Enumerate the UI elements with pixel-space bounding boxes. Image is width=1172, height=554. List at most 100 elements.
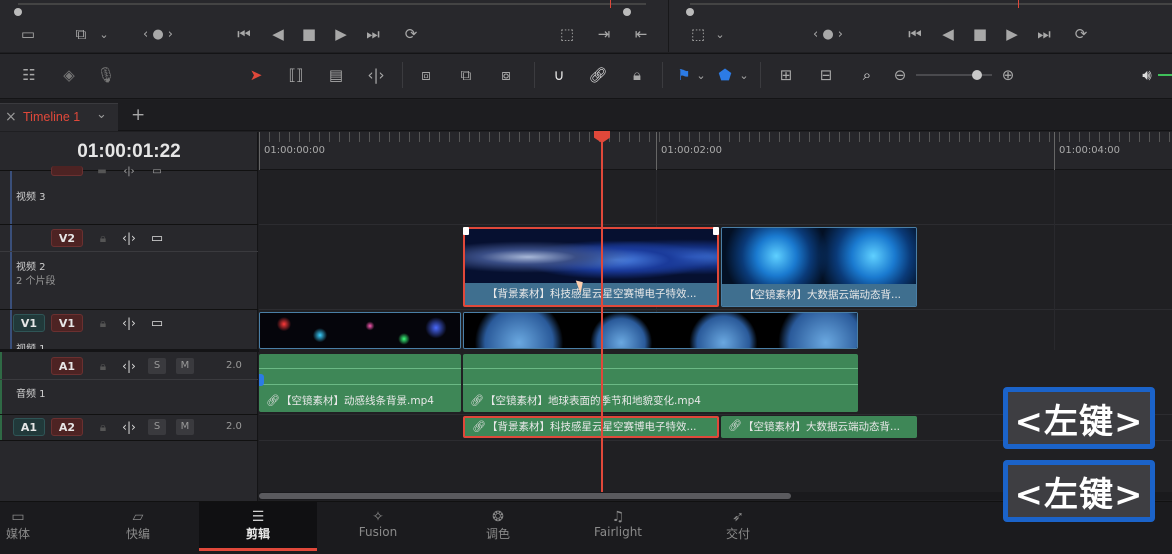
- video-clip[interactable]: 🔗︎ 【空镜素材】大数据云端动态背...: [721, 227, 917, 307]
- skip-to-start-icon[interactable]: ⏮: [233, 25, 255, 43]
- volume-speaker-icon[interactable]: 🔊︎: [1138, 66, 1156, 84]
- stop-icon[interactable]: ■: [971, 25, 989, 43]
- lock-icon[interactable]: 🔒︎: [96, 419, 110, 435]
- playhead-line: [601, 140, 603, 492]
- track-v1-badge[interactable]: V1: [51, 314, 83, 332]
- video-clip[interactable]: [259, 312, 461, 349]
- audio-keyframe-marker[interactable]: [259, 374, 264, 386]
- track-a1-mute-button[interactable]: M: [176, 358, 194, 374]
- auto-track-icon[interactable]: ‹|›: [119, 358, 139, 374]
- insert-clip-icon[interactable]: ⧈: [412, 66, 440, 84]
- zoom-custom-icon[interactable]: ⌕: [852, 66, 882, 84]
- track-a2-solo-button[interactable]: S: [148, 419, 166, 435]
- overwrite-clip-icon[interactable]: ⧉: [452, 66, 480, 84]
- page-tab-cut[interactable]: ▱ 快编: [79, 503, 197, 551]
- chevron-down-icon[interactable]: ⌄: [695, 66, 707, 84]
- trim-handle-right[interactable]: [713, 227, 719, 235]
- timeline-scrollbar-thumb[interactable]: [259, 493, 791, 499]
- video-clip-selected[interactable]: 🔗︎ 【背景素材】科技感星云星空赛博电子特效...: [463, 227, 719, 307]
- page-tab-media[interactable]: ▭ 媒体: [0, 503, 77, 551]
- transform-icon[interactable]: ⬚: [688, 26, 708, 42]
- blade-edit-icon[interactable]: ‹|›: [362, 66, 390, 84]
- chevron-down-icon[interactable]: ⌄: [738, 66, 750, 84]
- chevron-down-icon[interactable]: ⌄: [96, 107, 107, 122]
- linked-selection-icon[interactable]: 🔗︎: [587, 66, 609, 84]
- trim-handle-left[interactable]: [463, 227, 469, 235]
- close-icon[interactable]: ×: [5, 109, 17, 125]
- loop-icon[interactable]: ⟳: [400, 25, 422, 43]
- mark-in-icon[interactable]: ⇤: [633, 25, 649, 43]
- lock-icon[interactable]: ▬: [96, 167, 108, 177]
- dynamic-trim-icon[interactable]: ▤: [322, 66, 350, 84]
- stop-icon[interactable]: ■: [300, 25, 318, 43]
- timeline-tab[interactable]: × Timeline 1 ⌄: [0, 103, 118, 131]
- skip-to-start-icon[interactable]: ⏮: [904, 25, 926, 43]
- clip-select-icon[interactable]: ⧉: [70, 26, 92, 42]
- page-tab-edit[interactable]: ☰ 剪辑: [199, 503, 317, 551]
- auto-track-icon[interactable]: ‹|›: [119, 419, 139, 435]
- timeline-tab-label[interactable]: Timeline 1: [23, 110, 80, 124]
- page-tab-color[interactable]: ❂ 调色: [439, 503, 557, 551]
- chevron-down-icon[interactable]: ⌄: [714, 26, 726, 42]
- play-icon[interactable]: ▶: [332, 25, 350, 43]
- step-back-icon[interactable]: ◀: [270, 25, 286, 43]
- audio-clip[interactable]: 🔗︎ 【空镜素材】动感线条背景.mp4: [259, 354, 461, 412]
- zoom-in-icon[interactable]: ⊕: [1000, 66, 1016, 84]
- trim-edit-icon[interactable]: ⟦⟧: [282, 66, 310, 84]
- film-icon[interactable]: ▭: [148, 167, 166, 177]
- marker-icon[interactable]: ⬟: [717, 66, 733, 84]
- film-icon[interactable]: ▭: [147, 315, 167, 331]
- track-a1-solo-button[interactable]: S: [148, 358, 166, 374]
- add-timeline-icon[interactable]: +: [131, 105, 145, 125]
- auto-track-icon[interactable]: ‹|›: [119, 230, 139, 246]
- zoom-full-icon[interactable]: ⊞: [772, 66, 800, 84]
- zoom-detail-icon[interactable]: ⊟: [812, 66, 840, 84]
- position-lock-icon[interactable]: 🔒︎: [626, 66, 648, 84]
- lock-icon[interactable]: 🔒︎: [96, 358, 110, 374]
- audio-clip[interactable]: 🔗︎ 【空镜素材】大数据云端动态背...: [721, 416, 917, 438]
- voiceover-mic-icon[interactable]: 🎙︎: [96, 66, 116, 84]
- track-v1-source-badge[interactable]: V1: [13, 314, 45, 332]
- zoom-slider-knob[interactable]: [972, 70, 982, 80]
- track-a2-source-badge[interactable]: A1: [13, 418, 45, 436]
- source-scrubber[interactable]: [18, 3, 646, 5]
- mark-out-icon[interactable]: ⇥: [596, 25, 612, 43]
- video-clip[interactable]: [463, 312, 858, 349]
- auto-track-icon[interactable]: ‹|›: [119, 315, 139, 331]
- lock-icon[interactable]: 🔒︎: [96, 315, 110, 331]
- chevron-down-icon[interactable]: ⌄: [98, 26, 110, 42]
- lock-icon[interactable]: 🔒︎: [96, 230, 110, 246]
- skip-to-end-icon[interactable]: ⏭: [1033, 25, 1055, 43]
- skip-to-end-icon[interactable]: ⏭: [362, 25, 384, 43]
- zoom-out-icon[interactable]: ⊖: [892, 66, 908, 84]
- auto-track-icon[interactable]: ‹|›: [120, 167, 138, 177]
- track-a2-mute-button[interactable]: M: [176, 419, 194, 435]
- record-playhead-handle[interactable]: [686, 8, 694, 16]
- film-icon[interactable]: ▭: [147, 230, 167, 246]
- track-a2-badge[interactable]: A2: [51, 418, 83, 436]
- loop-icon[interactable]: ⟳: [1070, 25, 1092, 43]
- source-playhead-handle[interactable]: [14, 8, 22, 16]
- viewer-layout-icon[interactable]: ▭: [18, 26, 38, 42]
- track-v2-badge[interactable]: V2: [51, 229, 83, 247]
- page-tab-fairlight[interactable]: ♫ Fairlight: [559, 503, 677, 551]
- audio-clip[interactable]: 🔗︎ 【空镜素材】地球表面的季节和地貌变化.mp4: [463, 354, 858, 412]
- volume-level-bar[interactable]: [1158, 74, 1172, 76]
- audio-clip-selected[interactable]: 🔗︎ 【背景素材】科技感星云星空赛博电子特效...: [463, 416, 719, 438]
- record-scrubber[interactable]: [690, 3, 1172, 5]
- selection-arrow-icon[interactable]: ➤: [247, 66, 265, 84]
- flag-icon[interactable]: ⚑: [676, 66, 692, 84]
- source-playhead-handle-2[interactable]: [623, 8, 631, 16]
- track-a1-badge[interactable]: A1: [51, 357, 83, 375]
- step-back-icon[interactable]: ◀: [940, 25, 956, 43]
- snapping-magnet-icon[interactable]: ∪: [548, 66, 570, 84]
- play-icon[interactable]: ▶: [1003, 25, 1021, 43]
- page-tab-deliver[interactable]: ➶ 交付: [679, 503, 797, 551]
- page-tab-fusion[interactable]: ✧ Fusion: [319, 503, 437, 551]
- timeline-view-options-icon[interactable]: ☷: [16, 66, 42, 84]
- source-nav-icon[interactable]: ‹ ● ›: [136, 26, 180, 42]
- snapping-diamonds-icon[interactable]: ◈: [55, 66, 83, 84]
- replace-clip-icon[interactable]: ⧇: [492, 66, 520, 84]
- match-frame-icon[interactable]: ⬚: [556, 25, 578, 43]
- record-nav-icon[interactable]: ‹ ● ›: [806, 26, 850, 42]
